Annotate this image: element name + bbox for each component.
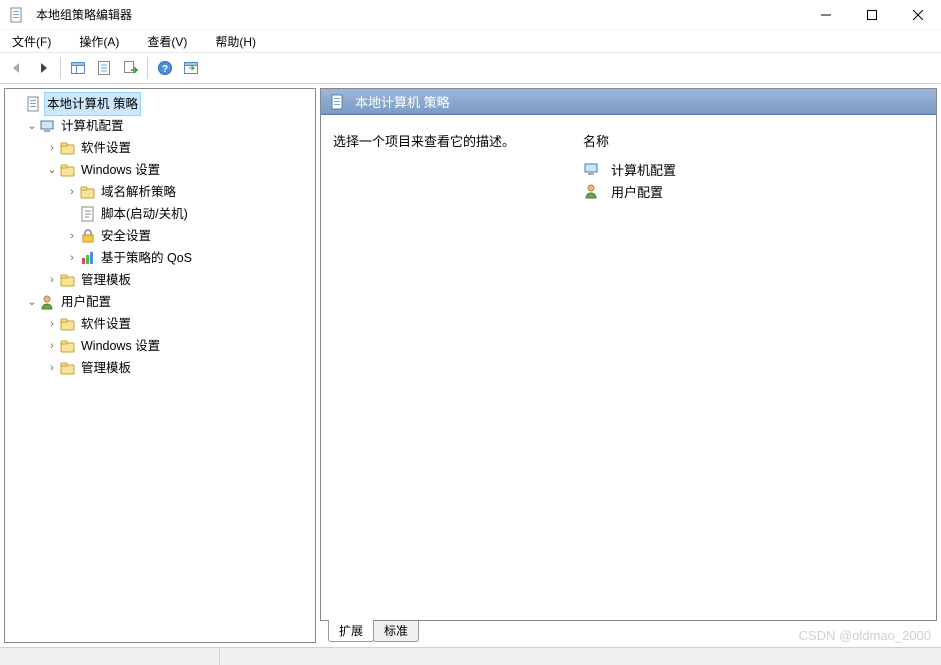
status-cell bbox=[0, 648, 220, 665]
menu-bar: 文件(F) 操作(A) 查看(V) 帮助(H) bbox=[0, 30, 941, 52]
main-body: ▾ 本地计算机 策略 ⌄ 计算机配置 › bbox=[0, 84, 941, 647]
close-button[interactable] bbox=[895, 0, 941, 30]
tree-label: Windows 设置 bbox=[81, 159, 160, 181]
chevron-right-icon[interactable]: › bbox=[45, 137, 59, 159]
tree-admin-templates[interactable]: › 管理模板 bbox=[5, 269, 315, 291]
list-item-label: 计算机配置 bbox=[611, 160, 676, 179]
column-header-name[interactable]: 名称 bbox=[583, 131, 924, 150]
policy-icon bbox=[25, 95, 43, 113]
tree-pane[interactable]: ▾ 本地计算机 策略 ⌄ 计算机配置 › bbox=[4, 88, 316, 643]
user-icon bbox=[39, 293, 57, 311]
view-tabs: 扩展 标准 bbox=[328, 621, 418, 643]
status-bar bbox=[0, 647, 941, 665]
title-bar: 本地组策略编辑器 bbox=[0, 0, 941, 30]
chevron-down-icon[interactable]: ⌄ bbox=[45, 159, 59, 181]
user-icon bbox=[583, 182, 601, 200]
folder-icon bbox=[59, 161, 77, 179]
tree-u-software-settings[interactable]: › 软件设置 bbox=[5, 313, 315, 335]
folder-icon bbox=[59, 315, 77, 333]
tree-label: 脚本(启动/关机) bbox=[101, 203, 188, 225]
tree-root[interactable]: ▾ 本地计算机 策略 bbox=[5, 93, 315, 115]
app-icon bbox=[8, 6, 26, 24]
folder-icon bbox=[59, 359, 77, 377]
chevron-right-icon[interactable]: › bbox=[45, 269, 59, 291]
chevron-right-icon[interactable]: › bbox=[45, 357, 59, 379]
chevron-right-icon[interactable]: › bbox=[45, 313, 59, 335]
chevron-right-icon[interactable]: › bbox=[65, 247, 79, 269]
svg-text:?: ? bbox=[162, 64, 168, 75]
lock-icon bbox=[79, 227, 97, 245]
tree-user-config[interactable]: ⌄ 用户配置 bbox=[5, 291, 315, 313]
tree-security-settings[interactable]: › 安全设置 bbox=[5, 225, 315, 247]
minimize-button[interactable] bbox=[803, 0, 849, 30]
chart-icon bbox=[79, 249, 97, 267]
watermark: CSDN @oldmao_2000 bbox=[799, 628, 931, 643]
tree-windows-settings[interactable]: ⌄ Windows 设置 bbox=[5, 159, 315, 181]
tree-dns-policy[interactable]: › 域名解析策略 bbox=[5, 181, 315, 203]
toolbar: ? bbox=[0, 52, 941, 84]
chevron-right-icon[interactable]: › bbox=[45, 335, 59, 357]
chevron-right-icon[interactable]: › bbox=[65, 181, 79, 203]
list-item-computer-config[interactable]: 计算机配置 bbox=[583, 158, 924, 180]
details-pane: 本地计算机 策略 选择一个项目来查看它的描述。 名称 计算机配置 用户配置 bbox=[320, 88, 937, 643]
folder-icon bbox=[59, 271, 77, 289]
description-text: 选择一个项目来查看它的描述。 bbox=[333, 134, 515, 149]
chevron-right-icon[interactable]: › bbox=[65, 225, 79, 247]
menu-view[interactable]: 查看(V) bbox=[141, 31, 193, 52]
tree-label: 安全设置 bbox=[101, 225, 151, 247]
folder-icon bbox=[59, 139, 77, 157]
details-header-title: 本地计算机 策略 bbox=[355, 92, 450, 111]
description-column: 选择一个项目来查看它的描述。 bbox=[333, 131, 583, 202]
folder-icon bbox=[59, 337, 77, 355]
tree-software-settings[interactable]: › 软件设置 bbox=[5, 137, 315, 159]
list-item-user-config[interactable]: 用户配置 bbox=[583, 180, 924, 202]
tree-qos[interactable]: › 基于策略的 QoS bbox=[5, 247, 315, 269]
toolbar-separator bbox=[147, 57, 148, 79]
tree-u-windows-settings[interactable]: › Windows 设置 bbox=[5, 335, 315, 357]
tree-label: 域名解析策略 bbox=[101, 181, 176, 203]
tree-label: 软件设置 bbox=[81, 137, 131, 159]
menu-help[interactable]: 帮助(H) bbox=[209, 31, 262, 52]
window-title: 本地组策略编辑器 bbox=[36, 6, 132, 23]
item-list: 名称 计算机配置 用户配置 bbox=[583, 131, 924, 202]
folder-icon bbox=[79, 183, 97, 201]
window-controls bbox=[803, 0, 941, 30]
details-header: 本地计算机 策略 bbox=[321, 89, 936, 115]
tab-extended[interactable]: 扩展 bbox=[328, 620, 374, 642]
back-button[interactable] bbox=[5, 56, 29, 80]
tree-label: 计算机配置 bbox=[61, 115, 124, 137]
export-list-button[interactable] bbox=[118, 56, 142, 80]
tree-label: 管理模板 bbox=[81, 357, 131, 379]
chevron-down-icon[interactable]: ⌄ bbox=[25, 115, 39, 137]
script-icon bbox=[79, 205, 97, 223]
tree-label: 管理模板 bbox=[81, 269, 131, 291]
computer-icon bbox=[39, 117, 57, 135]
chevron-down-icon[interactable]: ⌄ bbox=[25, 291, 39, 313]
menu-file[interactable]: 文件(F) bbox=[6, 31, 57, 52]
filter-button[interactable] bbox=[179, 56, 203, 80]
computer-icon bbox=[583, 160, 601, 178]
tab-standard[interactable]: 标准 bbox=[373, 621, 419, 642]
show-hide-tree-button[interactable] bbox=[66, 56, 90, 80]
tree-scripts[interactable]: › 脚本(启动/关机) bbox=[5, 203, 315, 225]
list-item-label: 用户配置 bbox=[611, 182, 663, 201]
tree-label: Windows 设置 bbox=[81, 335, 160, 357]
menu-action[interactable]: 操作(A) bbox=[73, 31, 125, 52]
toolbar-separator bbox=[60, 57, 61, 79]
policy-icon bbox=[329, 93, 347, 111]
maximize-button[interactable] bbox=[849, 0, 895, 30]
forward-button[interactable] bbox=[31, 56, 55, 80]
tree-label: 用户配置 bbox=[61, 291, 111, 313]
tree-label: 本地计算机 策略 bbox=[44, 92, 141, 116]
tree-computer-config[interactable]: ⌄ 计算机配置 bbox=[5, 115, 315, 137]
details-content: 本地计算机 策略 选择一个项目来查看它的描述。 名称 计算机配置 用户配置 bbox=[320, 88, 937, 621]
properties-button[interactable] bbox=[92, 56, 116, 80]
tree-label: 基于策略的 QoS bbox=[101, 247, 192, 269]
tree-u-admin-templates[interactable]: › 管理模板 bbox=[5, 357, 315, 379]
tree-label: 软件设置 bbox=[81, 313, 131, 335]
help-button[interactable]: ? bbox=[153, 56, 177, 80]
